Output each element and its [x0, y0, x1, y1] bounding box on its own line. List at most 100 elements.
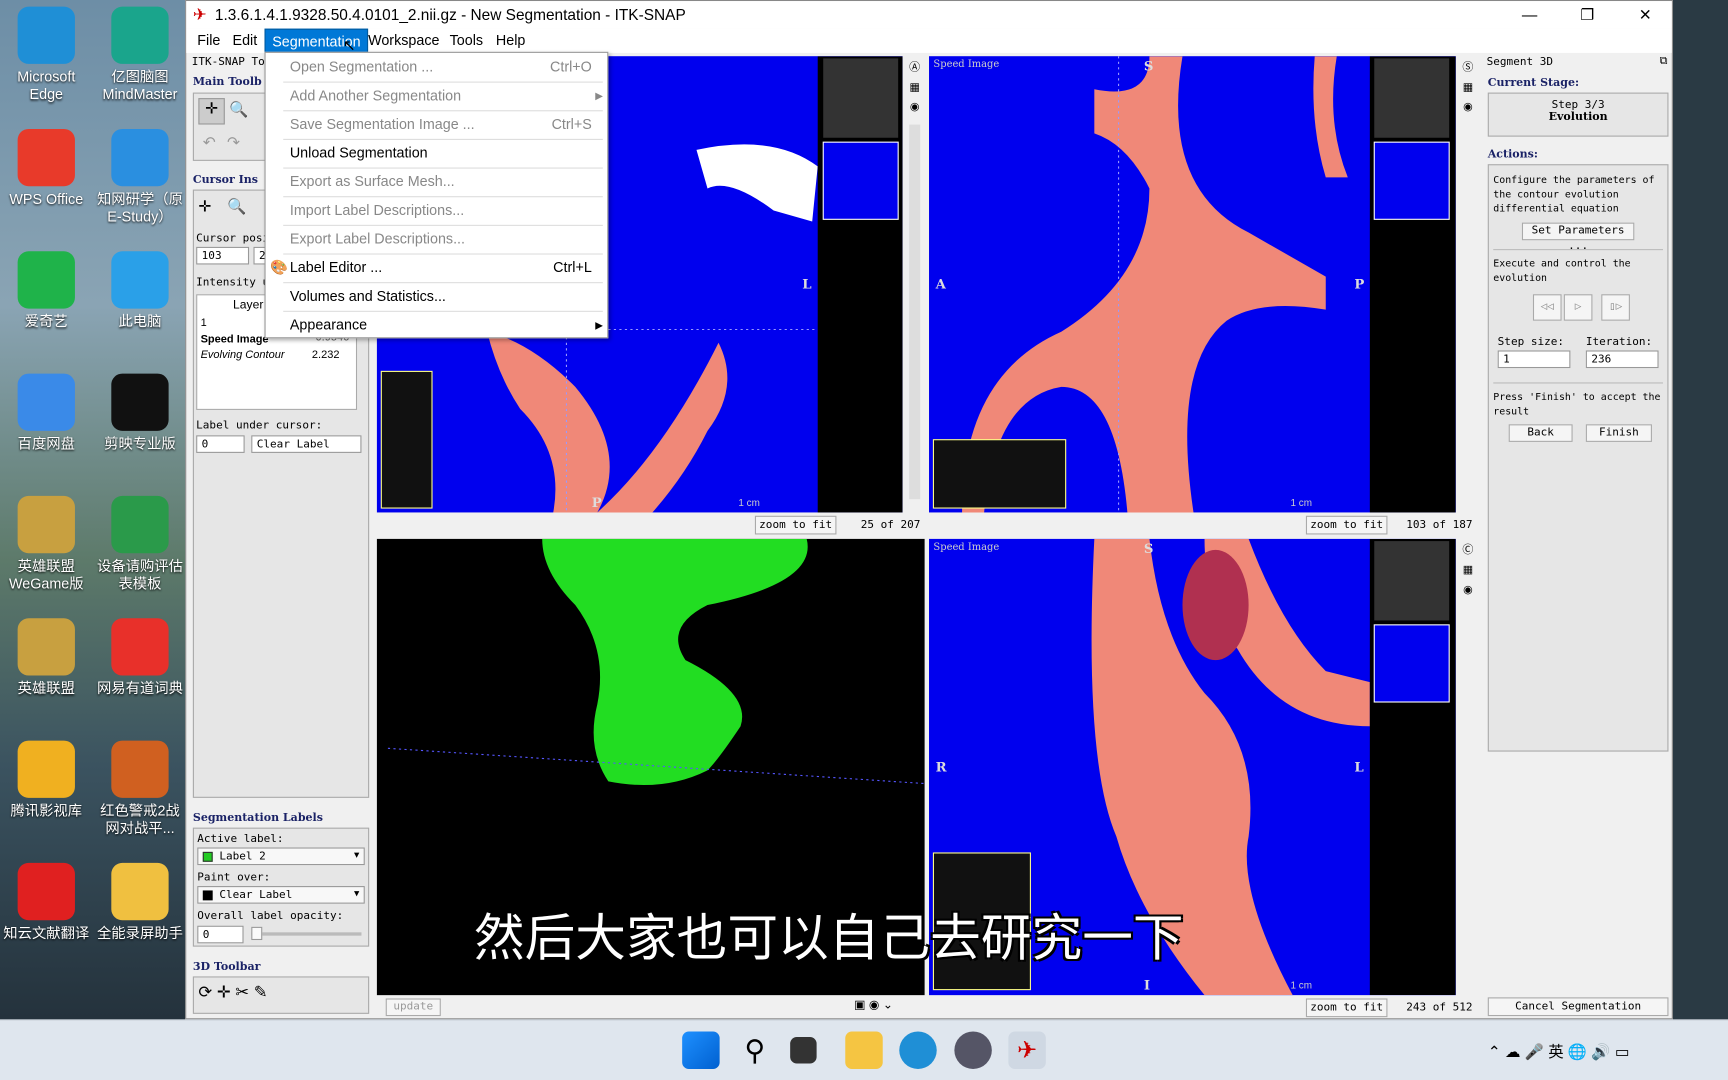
- camera-icon[interactable]: ◉: [905, 98, 925, 118]
- menu-item[interactable]: Export Label Descriptions...: [266, 225, 608, 254]
- crosshair-tool-icon[interactable]: ✛: [198, 98, 225, 125]
- menu-help[interactable]: Help: [489, 29, 532, 53]
- menu-item[interactable]: Add Another Segmentation ▶: [266, 82, 608, 111]
- layout-icon[interactable]: ▦: [1458, 78, 1478, 98]
- scrollbar[interactable]: [909, 124, 921, 500]
- menu-item[interactable]: Volumes and Statistics...: [266, 282, 608, 311]
- menu-file[interactable]: File: [191, 29, 227, 53]
- menu-item[interactable]: Appearance ▶: [266, 311, 608, 340]
- segmentation-menu: Open Segmentation ... Ctrl+O Add Another S…: [264, 51, 609, 340]
- desktop-icon[interactable]: 知云文献翻译: [0, 862, 93, 942]
- app-icon: [111, 862, 169, 921]
- zoom-to-fit-button[interactable]: zoom to fit: [1305, 998, 1388, 1018]
- desktop-icon[interactable]: 英雄联盟: [0, 618, 93, 697]
- rewind-button[interactable]: ◁◁: [1532, 294, 1562, 321]
- rotate-tool-icon[interactable]: ⟳: [198, 983, 212, 1002]
- back-button[interactable]: Back: [1508, 424, 1573, 442]
- crosshair-tool-icon[interactable]: ✛: [198, 197, 211, 216]
- menu-item[interactable]: Export as Surface Mesh...: [266, 168, 608, 197]
- menu-item[interactable]: Open Segmentation ... Ctrl+O: [266, 53, 608, 82]
- scalpel-tool-icon[interactable]: ✂: [235, 983, 249, 1002]
- table-row[interactable]: Evolving Contour: [201, 349, 285, 361]
- desktop-icon[interactable]: 红色警戒2战网对战平...: [94, 740, 187, 838]
- cancel-segmentation-button[interactable]: Cancel Segmentation: [1487, 997, 1669, 1017]
- redo-icon[interactable]: ↷: [227, 133, 240, 152]
- desktop-icon[interactable]: 设备请购评估表模板: [94, 495, 187, 593]
- search-icon[interactable]: ⚲: [736, 1032, 773, 1069]
- opacity-field[interactable]: 0: [197, 925, 244, 944]
- camera-icon[interactable]: ▣ ◉ ⌄: [854, 997, 893, 1011]
- cursor-x-field[interactable]: 103: [196, 246, 250, 265]
- desktop-icon[interactable]: Microsoft Edge: [0, 6, 93, 104]
- desktop-icon[interactable]: 爱奇艺: [0, 251, 93, 330]
- step-forward-button[interactable]: ▯▷: [1601, 294, 1630, 321]
- task-view-icon[interactable]: [790, 1037, 817, 1064]
- menu-item[interactable]: 🎨 Label Editor ... Ctrl+L: [266, 253, 608, 282]
- axis-icon[interactable]: Ⓐ: [905, 58, 925, 78]
- camera-icon[interactable]: ◉: [1458, 581, 1478, 601]
- desktop-icon[interactable]: 此电脑: [94, 251, 187, 330]
- axis-icon[interactable]: Ⓒ: [1458, 541, 1478, 561]
- layout-icon[interactable]: ▦: [1458, 561, 1478, 581]
- orientation-label-bottom: P: [591, 494, 602, 511]
- update-button[interactable]: update: [385, 998, 441, 1017]
- paint-over-dropdown[interactable]: Clear Label ▼: [197, 886, 365, 904]
- close-button[interactable]: ✕: [1639, 1, 1652, 29]
- zoom-tool-icon[interactable]: 🔍: [227, 197, 246, 216]
- desktop-icon-label: 剪映专业版: [104, 435, 176, 452]
- spray-tool-icon[interactable]: ✎: [254, 983, 268, 1002]
- desktop-icon[interactable]: 网易有道词典: [94, 618, 187, 697]
- undo-icon[interactable]: ↶: [203, 133, 216, 152]
- app-icon[interactable]: [954, 1031, 992, 1069]
- table-row[interactable]: Speed Image: [201, 334, 269, 346]
- menu-workspace[interactable]: Workspace: [361, 29, 446, 53]
- set-parameters-button[interactable]: Set Parameters ...: [1521, 222, 1635, 252]
- video-subtitle: 然后大家也可以自己去研究一下: [473, 908, 1184, 968]
- label-under-cursor: Label under cursor:: [196, 419, 323, 432]
- menu-item[interactable]: Save Segmentation Image ... Ctrl+S: [266, 110, 608, 139]
- step-size-label: Step size:: [1497, 336, 1565, 349]
- menu-edit[interactable]: Edit: [226, 29, 264, 53]
- finish-button[interactable]: Finish: [1585, 424, 1652, 442]
- step-size-spinbox[interactable]: 1: [1497, 350, 1571, 369]
- zoom-tool-icon[interactable]: 🔍: [229, 100, 248, 119]
- file-explorer-icon[interactable]: [845, 1031, 883, 1069]
- desktop-icon[interactable]: WPS Office: [0, 128, 93, 208]
- camera-icon[interactable]: ◉: [1458, 98, 1478, 118]
- desktop-icon[interactable]: 百度网盘: [0, 373, 93, 453]
- menu-item[interactable]: Unload Segmentation: [266, 139, 608, 168]
- active-label-label: Active label:: [197, 833, 284, 846]
- slider-handle[interactable]: [251, 926, 263, 941]
- ime-indicator[interactable]: 英: [1548, 1043, 1563, 1061]
- menu-item-label: Volumes and Statistics...: [289, 287, 446, 305]
- desktop-icon-label: 全能录屏助手: [96, 924, 183, 942]
- axis-icon[interactable]: Ⓢ: [1458, 58, 1478, 78]
- sagittal-view[interactable]: Speed Image S A P 1 cm: [929, 56, 1456, 513]
- desktop-icon[interactable]: 知网研学（原E-Study）: [94, 128, 187, 226]
- desktop-icon[interactable]: 腾讯影视库: [0, 740, 93, 820]
- menu-tools[interactable]: Tools: [443, 29, 490, 53]
- active-label-dropdown[interactable]: Label 2 ▼: [197, 847, 365, 866]
- desktop-icon[interactable]: 全能录屏助手: [94, 862, 187, 942]
- pointer-tool-icon[interactable]: ✛: [217, 983, 231, 1002]
- opacity-slider[interactable]: [251, 926, 362, 941]
- system-tray[interactable]: ⌃ ☁ 🎤 英 🌐 🔊 ▭: [1488, 1040, 1630, 1062]
- desktop-icon[interactable]: 英雄联盟WeGame版: [0, 495, 93, 593]
- zoom-to-fit-button[interactable]: zoom to fit: [754, 515, 837, 535]
- menu-item[interactable]: Import Label Descriptions...: [266, 196, 608, 225]
- menu-item-label: Export Label Descriptions...: [289, 230, 466, 247]
- play-button[interactable]: ▷: [1563, 294, 1593, 321]
- cursor-position-label: Cursor posi: [196, 232, 270, 245]
- itk-snap-icon[interactable]: ✈: [1008, 1031, 1046, 1069]
- desktop-icon[interactable]: 亿图脑图 MindMaster: [94, 6, 187, 104]
- minimize-button[interactable]: —: [1522, 1, 1537, 29]
- layout-icon[interactable]: ▦: [905, 78, 925, 98]
- app-icon: [17, 6, 75, 64]
- desktop-icon[interactable]: 剪映专业版: [94, 373, 187, 453]
- table-row[interactable]: 1: [201, 317, 207, 329]
- edge-icon[interactable]: [899, 1031, 937, 1069]
- undock-icon[interactable]: ⧉: [1660, 55, 1668, 67]
- start-icon[interactable]: [682, 1031, 720, 1069]
- zoom-to-fit-button[interactable]: zoom to fit: [1305, 515, 1388, 535]
- maximize-button[interactable]: ❐: [1580, 1, 1594, 29]
